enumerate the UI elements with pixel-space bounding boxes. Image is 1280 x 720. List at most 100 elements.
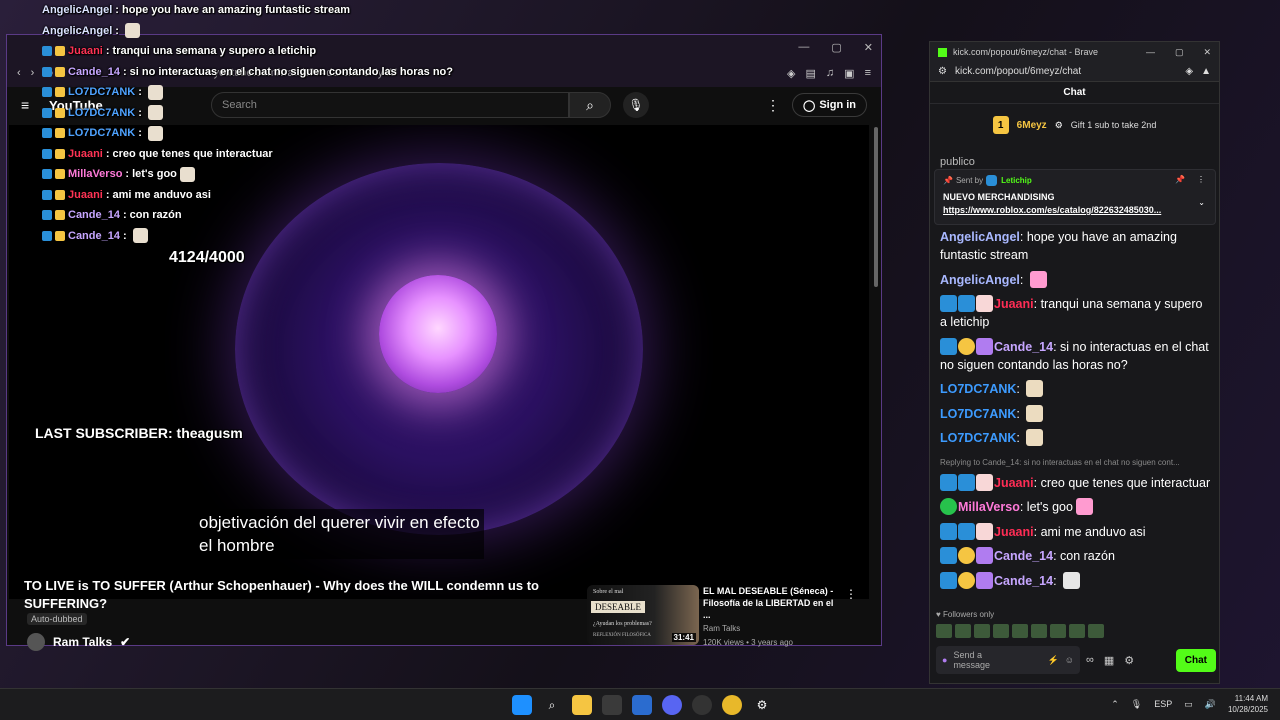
chat-username[interactable]: LO7DC7ANK [940,382,1016,396]
channel-name[interactable]: Ram Talks [53,635,112,649]
forward-icon[interactable]: › [31,67,35,79]
badge-icon [55,107,65,118]
sign-in-button[interactable]: ◯ Sign in [792,93,867,117]
chat-message[interactable]: Juaani: ami me anduvo asi [940,522,1212,541]
rewards-icon[interactable]: ▲ [1201,66,1211,77]
chat-message[interactable]: MillaVerso: let's goo [940,498,1212,516]
extensions-icon[interactable]: ▣ [844,67,854,80]
emote[interactable] [1069,624,1085,638]
caption-line: el hombre [199,536,275,555]
close-icon[interactable]: ✕ [864,41,873,54]
emote[interactable] [974,624,990,638]
search-icon[interactable]: ⌕ [569,92,611,118]
store-icon[interactable] [602,695,622,715]
mic-icon[interactable]: 🎙 [623,92,649,118]
chat-username[interactable]: AngelicAngel [940,230,1020,244]
url-field[interactable]: kick.com/popout/6meyz/chat [955,66,1081,77]
obs-icon[interactable] [692,695,712,715]
commands-icon[interactable]: ⚡ [1048,655,1059,666]
browser-menu-icon[interactable]: ≡ [865,67,871,79]
reply-context[interactable]: Replying to Cande_14: si no interactuas … [940,454,1212,472]
minimize-icon[interactable]: — [1146,47,1155,58]
music-icon[interactable]: ♫ [826,67,834,79]
settings-icon[interactable]: ⚙ [1124,654,1134,667]
chat-username[interactable]: Cande_14 [994,574,1053,588]
recommended-title[interactable]: EL MAL DESEABLE (Séneca) - Filosofía de … [703,585,843,621]
chat-username[interactable]: Cande_14 [994,549,1053,563]
volume-icon[interactable]: 🔊 [1205,699,1216,710]
file-explorer-icon[interactable] [572,695,592,715]
chat-message[interactable]: Juaani: creo que tenes que interactuar [940,473,1212,492]
hamburger-menu-icon[interactable]: ≡ [21,97,37,113]
emote[interactable] [1012,624,1028,638]
chat-username[interactable]: Juaani [994,476,1034,490]
emote[interactable] [1050,624,1066,638]
store-icon[interactable]: ▦ [1104,654,1114,667]
pinned-link[interactable]: https://www.roblox.com/es/catalog/822632… [943,205,1188,215]
chat-message[interactable]: Cande_14: [940,571,1212,590]
back-icon[interactable]: ‹ [17,67,21,79]
chat-input[interactable]: ● Send a message ⚡ ☺ [936,646,1080,674]
more-options-icon[interactable]: ⋮ [845,587,857,601]
chevron-up-icon[interactable]: ⌃ [1111,699,1119,710]
taskbar: ⌕ ⚙ ⌃ 🎙 ESP ▭ 🔊 11:44 AM 10/28/2025 [0,688,1280,720]
unpin-icon[interactable]: 📌 [1175,175,1185,184]
recommended-info[interactable]: EL MAL DESEABLE (Séneca) - Filosofía de … [703,585,843,649]
chat-username[interactable]: Juaani [994,297,1034,311]
close-icon[interactable]: ✕ [1203,47,1211,58]
more-options-icon[interactable]: ⋮ [766,97,780,114]
more-options-icon[interactable]: ⋮ [1197,175,1205,184]
brave-shield-icon[interactable]: ◈ [1185,66,1193,77]
clock[interactable]: 11:44 AM 10/28/2025 [1228,693,1268,715]
settings-icon[interactable]: ⚙ [752,695,772,715]
maximize-icon[interactable]: ▢ [1175,47,1184,58]
discord-icon[interactable] [662,695,682,715]
scrollbar[interactable] [874,127,878,287]
chat-message[interactable]: AngelicAngel: hope you have an amazing f… [940,228,1212,264]
reader-icon[interactable]: ▤ [806,67,816,80]
emote[interactable] [1031,624,1047,638]
network-icon[interactable]: ▭ [1184,699,1193,710]
recommended-thumbnail[interactable]: Sobre el mal DESEABLE ¿Ayudan los proble… [587,585,699,645]
badge-icon [940,547,957,564]
chat-send-button[interactable]: Chat [1175,648,1216,672]
chat-username[interactable]: MillaVerso [958,500,1020,514]
chat-text: con razón [1060,549,1115,563]
chat-username[interactable]: LO7DC7ANK [940,407,1016,421]
brave-shield-icon[interactable]: ◈ [787,67,795,80]
chat-message[interactable]: LO7DC7ANK: [940,429,1212,447]
emote[interactable] [936,624,952,638]
gift-sub-button[interactable]: Gift 1 sub to take 2nd [1071,120,1157,130]
chrome-icon[interactable] [722,695,742,715]
badge-icon [55,169,65,180]
emote[interactable] [955,624,971,638]
chat-message[interactable]: AngelicAngel: [940,270,1212,289]
minimize-icon[interactable]: — [798,41,809,53]
emoji-icon[interactable]: ☺ [1065,655,1074,665]
mic-icon[interactable]: ● [942,655,947,665]
vscode-icon[interactable] [632,695,652,715]
site-info-icon[interactable]: ⚙ [938,66,947,77]
emote[interactable] [993,624,1009,638]
chat-username[interactable]: Juaani [994,525,1034,539]
pinned-message[interactable]: 📌 Sent by Letichip NUEVO MERCHANDISING htt… [934,169,1216,225]
chat-message[interactable]: Cande_14: si no interactuas en el chat n… [940,337,1212,374]
chevron-down-icon[interactable]: ⌄ [1198,198,1205,207]
mic-icon[interactable]: 🎙 [1131,699,1142,710]
gift-user[interactable]: 6Meyz [1017,120,1047,131]
chat-username[interactable]: Cande_14 [994,340,1053,354]
avatar[interactable] [27,633,45,651]
chat-username[interactable]: AngelicAngel [940,273,1020,287]
emote[interactable] [1088,624,1104,638]
chat-message[interactable]: Juaani: tranqui una semana y supero a le… [940,295,1212,331]
language-indicator[interactable]: ESP [1154,699,1172,709]
windows-start-icon[interactable] [512,695,532,715]
chat-input-row: ● Send a message ⚡ ☺ ∞ ▦ ⚙ Chat [936,646,1216,674]
search-icon[interactable]: ⌕ [542,695,562,715]
maximize-icon[interactable]: ▢ [831,41,841,54]
chat-username[interactable]: LO7DC7ANK [940,431,1016,445]
chat-message[interactable]: LO7DC7ANK: [940,404,1212,423]
chat-message[interactable]: LO7DC7ANK: [940,380,1212,398]
chat-message[interactable]: Cande_14: con razón [940,547,1212,565]
points-icon[interactable]: ∞ [1086,654,1094,667]
